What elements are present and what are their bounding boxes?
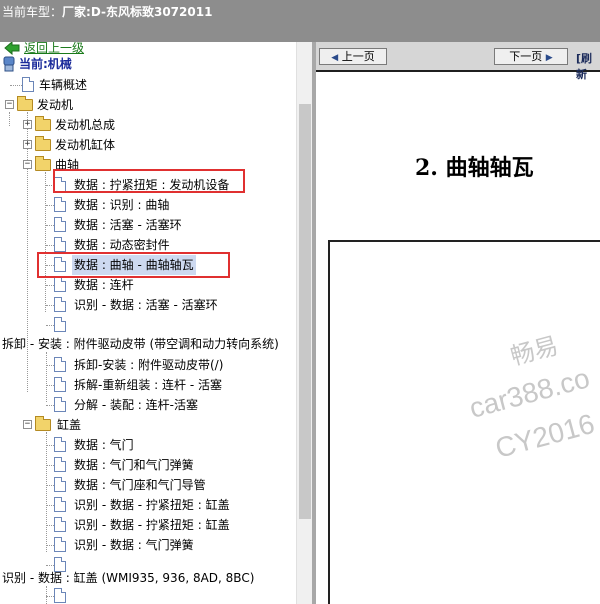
- tree-item-connecting-rod[interactable]: 数据 : 连杆: [0, 275, 296, 295]
- refresh-link[interactable]: [刷新: [576, 50, 600, 82]
- folder-open-icon: [17, 96, 33, 111]
- tree-line: [46, 485, 54, 486]
- tree-item-head-wmi[interactable]: 识别 - 数据 : 缸盖 (WMI935, 936, 8AD, 8BC): [0, 568, 296, 588]
- vehicle-model: 厂家:D-东风标致3072011: [62, 5, 213, 19]
- document-viewer: ◀ 上一页 下一页 ▶ [刷新 2. 曲轴轴瓦 畅易 car388.co CY2…: [316, 42, 600, 604]
- tree-line: [46, 545, 54, 546]
- prev-page-button[interactable]: ◀ 上一页: [319, 48, 387, 65]
- tree-item-valve-spring-id[interactable]: 识别 - 数据 : 气门弹簧: [0, 535, 296, 555]
- document-icon: [54, 497, 66, 512]
- tree-item-belt-remove-install[interactable]: 拆卸-安装 : 附件驱动皮带(/): [0, 355, 296, 375]
- collapse-toggle[interactable]: −: [23, 160, 32, 169]
- expand-toggle[interactable]: +: [23, 120, 32, 129]
- folder-open-icon: [35, 416, 51, 431]
- viewer-toolbar: ◀ 上一页 下一页 ▶ [刷新: [316, 42, 600, 81]
- tree-line: [46, 325, 54, 326]
- tree-line: [46, 405, 54, 406]
- tree-item-blank[interactable]: [0, 315, 296, 335]
- arrow-right-icon: ▶: [545, 53, 553, 63]
- document-icon: [54, 357, 66, 372]
- document-icon: [54, 197, 66, 212]
- tree-line: [10, 85, 22, 86]
- tree-line: [46, 305, 54, 306]
- tree-item-head-torque-2[interactable]: 识别 - 数据 - 拧紧扭矩 : 缸盖: [0, 515, 296, 535]
- document-icon: [54, 588, 66, 603]
- tree-line: [46, 505, 54, 506]
- document-icon: [54, 317, 66, 332]
- tree-line: [46, 385, 54, 386]
- document-heading: 2. 曲轴轴瓦: [415, 155, 534, 181]
- tree-line: [46, 525, 54, 526]
- tree-line: [46, 565, 54, 566]
- tree-line: [46, 285, 54, 286]
- folder-open-icon: [35, 156, 51, 171]
- navigation-tree: 返回上一级 当前:机械 车辆概述 − 发动机 + 发动机总成 + 发动机缸体 −…: [0, 42, 312, 604]
- tree-line: [46, 445, 54, 446]
- tree-item-engine[interactable]: − 发动机: [0, 95, 296, 115]
- tree-item-valves[interactable]: 数据 : 气门: [0, 435, 296, 455]
- document-icon: [54, 377, 66, 392]
- document-icon: [54, 237, 66, 252]
- tree-item-vehicle-overview[interactable]: 车辆概述: [0, 75, 296, 95]
- document-icon: [54, 437, 66, 452]
- scrollbar-thumb[interactable]: [299, 104, 311, 519]
- collapse-toggle[interactable]: −: [5, 100, 14, 109]
- document-icon: [54, 517, 66, 532]
- document-icon: [54, 217, 66, 232]
- highlight-box: [37, 252, 230, 278]
- tree-item-disassembly-assembly[interactable]: 分解 - 装配 : 连杆-活塞: [0, 395, 296, 415]
- tree-item-crankshaft-id[interactable]: 数据 : 识别 : 曲轴: [0, 195, 296, 215]
- tree-item-piston-id[interactable]: 识别 - 数据 : 活塞 - 活塞环: [0, 295, 296, 315]
- document-icon: [54, 457, 66, 472]
- expand-toggle[interactable]: +: [23, 140, 32, 149]
- folder-icon: [35, 136, 51, 151]
- document-icon: [54, 277, 66, 292]
- document-icon: [54, 397, 66, 412]
- tree-line: [46, 365, 54, 366]
- tree-item-disassemble-reassemble[interactable]: 拆解-重新组装 : 连杆 - 活塞: [0, 375, 296, 395]
- tree-line: [46, 225, 54, 226]
- tree-item-head-torque-1[interactable]: 识别 - 数据 - 拧紧扭矩 : 缸盖: [0, 495, 296, 515]
- tree-line: [46, 245, 54, 246]
- tree-item-cylinder-head[interactable]: − 缸盖: [0, 415, 296, 435]
- tree-item-blank-3[interactable]: [0, 586, 296, 604]
- highlight-box: [53, 169, 245, 193]
- tree-line: [46, 205, 54, 206]
- tree-item-engine-assembly[interactable]: + 发动机总成: [0, 115, 296, 135]
- collapse-toggle[interactable]: −: [23, 420, 32, 429]
- folder-icon: [35, 116, 51, 131]
- tree-item-engine-block[interactable]: + 发动机缸体: [0, 135, 296, 155]
- system-icon: [2, 56, 18, 72]
- title-bar: 当前车型：厂家:D-东风标致3072011: [0, 0, 600, 42]
- tree-line: [46, 465, 54, 466]
- current-section: 当前:机械: [0, 54, 296, 74]
- tree-line: [46, 596, 54, 597]
- tree-item-valve-springs[interactable]: 数据 : 气门和气门弹簧: [0, 455, 296, 475]
- vehicle-label: 当前车型：: [2, 5, 63, 19]
- tree-item-valve-seats[interactable]: 数据 : 气门座和气门导管: [0, 475, 296, 495]
- tree-item-belt-removal[interactable]: 拆卸 - 安装 : 附件驱动皮带 (带空调和动力转向系统): [0, 334, 296, 354]
- vertical-scrollbar[interactable]: [296, 42, 313, 604]
- document-icon: [54, 537, 66, 552]
- arrow-left-icon: ◀: [331, 53, 339, 63]
- tree-item-piston-rings[interactable]: 数据 : 活塞 - 活塞环: [0, 215, 296, 235]
- document-icon: [54, 477, 66, 492]
- document-icon: [22, 77, 34, 92]
- next-page-button[interactable]: 下一页 ▶: [494, 48, 568, 65]
- document-icon: [54, 297, 66, 312]
